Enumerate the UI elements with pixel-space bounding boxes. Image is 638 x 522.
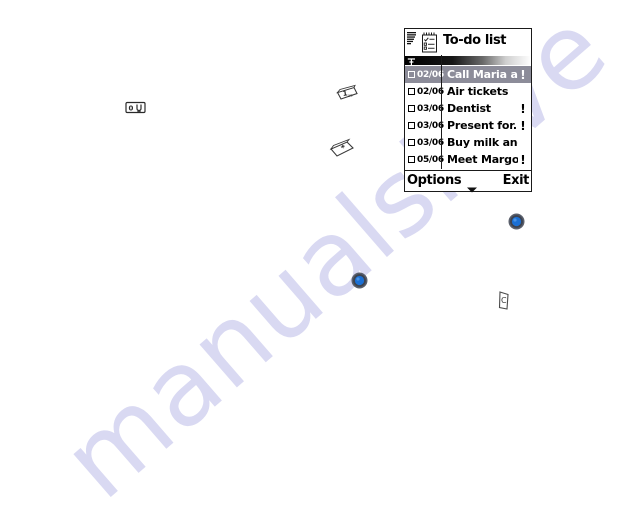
row-date: 03/06 (417, 120, 444, 131)
priority-badge: ! (520, 67, 526, 82)
signal-bars-icon (407, 31, 418, 45)
column-divider (441, 55, 442, 169)
row-title: Present for.. (447, 119, 518, 132)
row-date: 02/06 (417, 69, 444, 80)
row-checkbox[interactable] (408, 122, 415, 129)
key-clear-icon: C (495, 289, 515, 313)
row-date: 03/06 (417, 103, 444, 114)
screen-gradient-bar (405, 55, 531, 67)
row-title: Call Maria a.. (447, 68, 518, 81)
row-title: Dentist (447, 102, 491, 115)
row-title: Air tickets (447, 85, 509, 98)
row-title: Meet Margo.. (447, 153, 518, 166)
row-date: 03/06 (417, 137, 444, 148)
todo-list[interactable]: 02/06 Call Maria a.. ! 02/06 Air tickets… (405, 55, 531, 169)
joystick-select-icon (351, 272, 368, 289)
table-row[interactable]: 03/06 Buy milk and j.. (405, 134, 531, 151)
priority-badge: ! (520, 118, 526, 133)
table-row[interactable]: 02/06 Call Maria a.. ! (405, 66, 531, 83)
row-checkbox[interactable] (408, 139, 415, 146)
row-date: 02/06 (417, 86, 444, 97)
exit-softkey[interactable]: Exit (503, 173, 530, 188)
row-checkbox[interactable] (408, 88, 415, 95)
notepad-checklist-icon (421, 32, 438, 53)
row-checkbox[interactable] (408, 71, 415, 78)
chevron-down-icon[interactable] (466, 180, 478, 193)
options-softkey[interactable]: Options (407, 173, 462, 188)
antenna-icon (407, 55, 416, 67)
softkey-bar: Options Exit (405, 170, 531, 193)
svg-text:0: 0 (129, 105, 134, 113)
priority-badge: ! (520, 152, 526, 167)
table-row[interactable]: 02/06 Air tickets (405, 83, 531, 100)
row-checkbox[interactable] (408, 156, 415, 163)
watermark: manualshive (0, 0, 638, 522)
key-0-icon: 0 (124, 99, 148, 117)
joystick-select-icon (508, 213, 525, 230)
watermark-text: manualshive (40, 0, 630, 522)
row-date: 05/06 (417, 154, 444, 165)
table-row[interactable]: 05/06 Meet Margo.. ! (405, 151, 531, 168)
table-row[interactable]: 03/06 Dentist ! (405, 100, 531, 117)
table-row[interactable]: 03/06 Present for.. ! (405, 117, 531, 134)
phone-screen: To-do list 02/06 Call Maria a.. ! 02/06 … (404, 28, 532, 193)
screen-title-bar: To-do list (405, 29, 531, 56)
page-title: To-do list (443, 33, 507, 48)
row-title: Buy milk and j.. (447, 136, 518, 149)
svg-text:C: C (501, 296, 507, 305)
row-checkbox[interactable] (408, 105, 415, 112)
priority-badge: ! (520, 101, 526, 116)
key-star-icon: * (328, 138, 356, 160)
key-1-icon: 1 ao (334, 83, 360, 103)
